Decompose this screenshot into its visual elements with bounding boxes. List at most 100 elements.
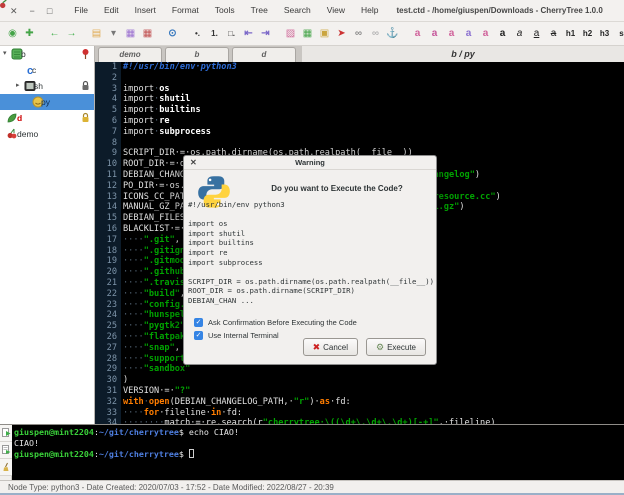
terminal[interactable]: giuspen@mint2204:~/git/cherrytree$ echo … <box>14 427 624 460</box>
highlight-icon[interactable]: a <box>478 23 493 45</box>
tab-demo[interactable]: demo <box>98 47 162 62</box>
tree-item-demo[interactable]: demo <box>0 126 94 142</box>
cherrytree-window: ✕−□ FileEditInsertFormatToolsTreeSearchV… <box>0 0 624 495</box>
line-number: 25 <box>95 321 121 332</box>
terminal-clear-icon[interactable] <box>0 459 12 476</box>
add-subnode-icon[interactable]: ✚ <box>22 23 37 45</box>
node-tree-panel[interactable]: ▾bcc▸shpyddemo <box>0 46 95 424</box>
code-line: with·open(DEBIAN_CHANGELOG_PATH,·"r")·as… <box>123 397 624 408</box>
checkbox-internal-terminal[interactable]: ✓ <box>194 331 203 340</box>
expand-arrow-icon[interactable]: ▸ <box>16 81 20 89</box>
underline-icon[interactable]: a <box>529 23 544 45</box>
indent-right-icon[interactable]: ⇥ <box>258 23 273 45</box>
small-icon[interactable]: s <box>614 23 624 45</box>
line-number-gutter: 1234567891011121314151617181920212223242… <box>95 62 121 424</box>
anchor-icon[interactable]: ⚓ <box>385 23 400 45</box>
line-number: 12 <box>95 181 121 192</box>
code-segment: , <box>175 235 180 245</box>
code-segment: ···· <box>123 267 144 277</box>
code-segment: (DEBIAN_CHANGELOG_PATH,· <box>170 397 294 407</box>
go-forward-icon[interactable]: → <box>64 23 79 45</box>
insert-codebox-icon[interactable]: ▣ <box>317 23 332 45</box>
collapse-arrow-icon[interactable]: ▾ <box>3 49 7 57</box>
todo-list-icon[interactable]: □. <box>224 23 239 45</box>
italic-icon[interactable]: a <box>512 23 527 45</box>
code-segment: ) <box>496 192 501 202</box>
tree-item-d[interactable]: d <box>0 110 94 126</box>
menu-view[interactable]: View <box>319 0 353 21</box>
code-segment: ···· <box>123 256 144 266</box>
code-segment: , <box>175 343 180 353</box>
red-x-icon: ✖ <box>313 342 321 353</box>
menu-file[interactable]: File <box>66 0 96 21</box>
save-icon[interactable]: ▦ <box>123 23 138 45</box>
insert-image-icon[interactable]: ▨ <box>283 23 298 45</box>
find-icon[interactable]: ⊙ <box>165 23 180 45</box>
line-number: 16 <box>95 224 121 235</box>
go-back-icon[interactable]: ← <box>47 23 62 45</box>
open-file-icon[interactable]: ▤ <box>89 23 104 45</box>
minimize-window-icon[interactable]: − <box>30 0 35 22</box>
code-segment: ·fileline· <box>159 408 211 418</box>
terminal-segment: ~/git/cherrytree <box>99 449 179 459</box>
h3-icon[interactable]: h3 <box>597 23 612 45</box>
insert-link-icon[interactable]: ∞ <box>351 23 366 45</box>
fg-color-icon[interactable]: a <box>410 23 425 45</box>
menu-insert[interactable]: Insert <box>127 0 164 21</box>
tree-item-py[interactable]: py <box>0 94 94 110</box>
fill-color-icon[interactable]: a <box>461 23 476 45</box>
dialog-close-icon[interactable]: ✕ <box>190 156 197 170</box>
menu-format[interactable]: Format <box>164 0 207 21</box>
numbered-list-icon[interactable]: 1. <box>207 23 222 45</box>
code-line: import·re <box>123 116 624 127</box>
save-as-icon[interactable]: ▦ <box>140 23 155 45</box>
menu-search[interactable]: Search <box>276 0 319 21</box>
line-number: 2 <box>95 73 121 84</box>
code-segment: ".git" <box>144 235 175 245</box>
code-segment: import <box>123 94 154 104</box>
code-segment: import <box>123 116 154 126</box>
bold-icon[interactable]: a <box>495 23 510 45</box>
maximize-window-icon[interactable]: □ <box>47 0 52 22</box>
tab-d[interactable]: d <box>232 47 296 62</box>
code-line <box>123 138 624 149</box>
titlebar: ✕−□ FileEditInsertFormatToolsTreeSearchV… <box>0 0 624 22</box>
execute-button[interactable]: ⚙Execute <box>366 338 426 356</box>
insert-table-icon[interactable]: ▦ <box>300 23 315 45</box>
gear-icon: ⚙ <box>376 342 384 353</box>
bullet-list-icon[interactable]: •. <box>190 23 205 45</box>
menu-help[interactable]: Help <box>353 0 386 21</box>
checkbox-ask-confirmation[interactable]: ✓ <box>194 318 203 327</box>
new-node-icon[interactable]: ◉ <box>5 23 20 45</box>
code-segment: shutil <box>159 94 190 104</box>
indent-left-icon[interactable]: ⇤ <box>241 23 256 45</box>
h2-icon[interactable]: h2 <box>580 23 595 45</box>
bg-color-icon[interactable]: a <box>427 23 442 45</box>
close-window-icon[interactable]: ✕ <box>10 0 18 22</box>
tree-item-b[interactable]: ▾b <box>0 46 94 62</box>
menu-edit[interactable]: Edit <box>96 0 127 21</box>
line-number: 32 <box>95 397 121 408</box>
preview-line: SCRIPT_DIR = os.path.dirname(os.path.rea… <box>188 277 434 287</box>
code-line: ····for·fileline·in·fd: <box>123 408 624 419</box>
menu-tree[interactable]: Tree <box>243 0 276 21</box>
line-number: 7 <box>95 127 121 138</box>
clear-format-icon[interactable]: a <box>444 23 459 45</box>
strikethrough-icon[interactable]: a <box>546 23 561 45</box>
terminal-run-line-icon[interactable] <box>0 442 12 459</box>
tab-b[interactable]: b <box>165 47 229 62</box>
code-segment: ) <box>459 202 464 212</box>
code-segment: "?" <box>175 386 191 396</box>
tree-item-sh[interactable]: ▸sh <box>0 78 94 94</box>
line-number: 6 <box>95 116 121 127</box>
tree-item-c[interactable]: cc <box>0 62 94 78</box>
menu-tools[interactable]: Tools <box>207 0 243 21</box>
h1-icon[interactable]: h1 <box>563 23 578 45</box>
dialog-checkbox-row: ✓Ask Confirmation Before Executing the C… <box>194 316 357 329</box>
execute-code-icon[interactable]: ➤ <box>334 23 349 45</box>
terminal-run-icon[interactable] <box>0 425 12 442</box>
unlink-icon[interactable]: ∞ <box>368 23 383 45</box>
cancel-button[interactable]: ✖Cancel <box>303 338 358 356</box>
dialog-titlebar: ✕ Warning <box>184 156 436 170</box>
open-caret-icon[interactable]: ▾ <box>106 23 121 45</box>
